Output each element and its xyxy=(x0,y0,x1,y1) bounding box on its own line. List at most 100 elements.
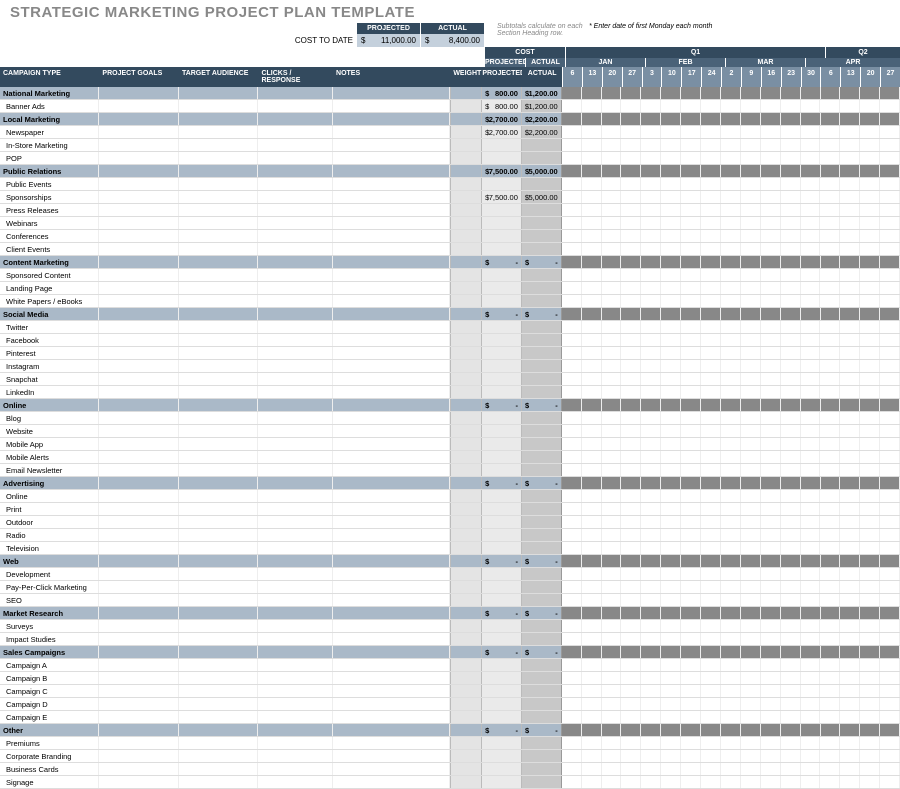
campaign-cell[interactable]: Online xyxy=(0,399,99,411)
goals-cell[interactable] xyxy=(99,672,179,684)
gantt-cell[interactable] xyxy=(661,516,681,528)
gantt-cell[interactable] xyxy=(661,490,681,502)
gantt-cell[interactable] xyxy=(761,516,781,528)
gantt-cell[interactable] xyxy=(621,308,641,320)
actual-cell[interactable]: $5,000.00 xyxy=(522,165,562,177)
gantt-cell[interactable] xyxy=(701,555,721,567)
gantt-cell[interactable] xyxy=(641,412,661,424)
clicks-cell[interactable] xyxy=(258,438,333,450)
campaign-cell[interactable]: Web xyxy=(0,555,99,567)
actual-cell[interactable]: $- xyxy=(522,555,562,567)
gantt-cell[interactable] xyxy=(661,451,681,463)
gantt-cell[interactable] xyxy=(821,256,841,268)
gantt-cell[interactable] xyxy=(801,529,821,541)
gantt-cell[interactable] xyxy=(681,620,701,632)
gantt-cell[interactable] xyxy=(562,737,582,749)
gantt-cell[interactable] xyxy=(562,269,582,281)
actual-cell[interactable]: $2,200.00 xyxy=(522,113,562,125)
projected-cell[interactable] xyxy=(482,178,522,190)
gantt-cell[interactable] xyxy=(781,516,801,528)
gantt-cell[interactable] xyxy=(582,87,602,99)
gantt-cell[interactable] xyxy=(562,347,582,359)
clicks-cell[interactable] xyxy=(258,152,333,164)
projected-cell[interactable] xyxy=(482,711,522,723)
gantt-cell[interactable] xyxy=(621,334,641,346)
gantt-cell[interactable] xyxy=(781,659,801,671)
clicks-cell[interactable] xyxy=(258,87,333,99)
gantt-cell[interactable] xyxy=(741,425,761,437)
gantt-cell[interactable] xyxy=(661,373,681,385)
gantt-cell[interactable] xyxy=(582,477,602,489)
gantt-cell[interactable] xyxy=(781,243,801,255)
gantt-cell[interactable] xyxy=(621,503,641,515)
gantt-cell[interactable] xyxy=(781,87,801,99)
projected-cell[interactable] xyxy=(482,581,522,593)
gantt-cell[interactable] xyxy=(741,659,761,671)
gantt-cell[interactable] xyxy=(840,191,860,203)
gantt-cell[interactable] xyxy=(741,191,761,203)
weight-cell[interactable] xyxy=(450,568,482,580)
gantt-cell[interactable] xyxy=(801,334,821,346)
goals-cell[interactable] xyxy=(99,87,179,99)
projected-cell[interactable]: $2,700.00 xyxy=(482,113,522,125)
actual-cell[interactable] xyxy=(522,581,562,593)
gantt-cell[interactable] xyxy=(681,724,701,736)
gantt-cell[interactable] xyxy=(621,321,641,333)
goals-cell[interactable] xyxy=(99,399,179,411)
gantt-cell[interactable] xyxy=(621,438,641,450)
weight-cell[interactable] xyxy=(450,230,482,242)
gantt-cell[interactable] xyxy=(880,568,900,580)
gantt-cell[interactable] xyxy=(860,464,880,476)
clicks-cell[interactable] xyxy=(258,659,333,671)
projected-cell[interactable] xyxy=(482,529,522,541)
gantt-cell[interactable] xyxy=(741,321,761,333)
gantt-cell[interactable] xyxy=(880,126,900,138)
gantt-cell[interactable] xyxy=(661,334,681,346)
gantt-cell[interactable] xyxy=(761,776,781,788)
gantt-cell[interactable] xyxy=(621,698,641,710)
gantt-cell[interactable] xyxy=(821,646,841,658)
gantt-cell[interactable] xyxy=(602,100,622,112)
gantt-cell[interactable] xyxy=(741,607,761,619)
weight-cell[interactable] xyxy=(450,399,482,411)
gantt-cell[interactable] xyxy=(781,438,801,450)
gantt-cell[interactable] xyxy=(641,191,661,203)
actual-cell[interactable]: $- xyxy=(522,256,562,268)
gantt-cell[interactable] xyxy=(840,165,860,177)
gantt-cell[interactable] xyxy=(562,529,582,541)
gantt-cell[interactable] xyxy=(602,607,622,619)
gantt-cell[interactable] xyxy=(582,503,602,515)
gantt-cell[interactable] xyxy=(801,308,821,320)
gantt-cell[interactable] xyxy=(661,178,681,190)
campaign-cell[interactable]: Public Relations xyxy=(0,165,99,177)
gantt-cell[interactable] xyxy=(880,516,900,528)
gantt-cell[interactable] xyxy=(582,490,602,502)
gantt-cell[interactable] xyxy=(582,399,602,411)
clicks-cell[interactable] xyxy=(258,477,333,489)
gantt-cell[interactable] xyxy=(721,737,741,749)
gantt-cell[interactable] xyxy=(761,269,781,281)
gantt-cell[interactable] xyxy=(621,191,641,203)
gantt-cell[interactable] xyxy=(880,243,900,255)
gantt-cell[interactable] xyxy=(761,165,781,177)
gantt-cell[interactable] xyxy=(761,581,781,593)
gantt-cell[interactable] xyxy=(641,204,661,216)
gantt-cell[interactable] xyxy=(761,204,781,216)
gantt-cell[interactable] xyxy=(820,568,840,580)
notes-cell[interactable] xyxy=(333,334,450,346)
gantt-cell[interactable] xyxy=(721,321,741,333)
gantt-cell[interactable] xyxy=(562,126,582,138)
gantt-cell[interactable] xyxy=(562,555,582,567)
gantt-cell[interactable] xyxy=(860,295,880,307)
weight-cell[interactable] xyxy=(450,607,482,619)
gantt-cell[interactable] xyxy=(562,659,582,671)
notes-cell[interactable] xyxy=(333,256,450,268)
gantt-cell[interactable] xyxy=(661,685,681,697)
gantt-cell[interactable] xyxy=(821,399,841,411)
actual-cell[interactable] xyxy=(522,347,562,359)
gantt-cell[interactable] xyxy=(721,217,741,229)
gantt-cell[interactable] xyxy=(661,152,681,164)
gantt-cell[interactable] xyxy=(701,217,721,229)
actual-cell[interactable] xyxy=(522,321,562,333)
gantt-cell[interactable] xyxy=(701,373,721,385)
